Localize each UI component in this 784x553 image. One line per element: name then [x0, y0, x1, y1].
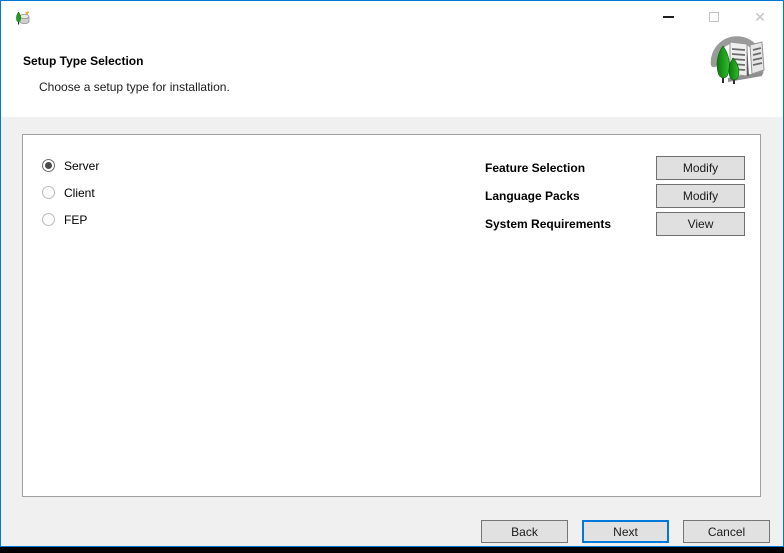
close-icon: ✕	[754, 10, 766, 24]
radio-label: FEP	[64, 213, 87, 227]
maximize-icon	[709, 12, 719, 22]
option-row-feature-selection: Feature Selection Modify	[485, 156, 745, 180]
radio-icon	[42, 186, 55, 199]
footer-button-bar: Back Next Cancel	[481, 520, 770, 543]
dialog-body: Server Client FEP Feature Selection Modi…	[1, 117, 783, 546]
radio-label: Client	[64, 186, 95, 200]
titlebar: ✕	[1, 1, 783, 33]
options-group: Feature Selection Modify Language Packs …	[485, 156, 745, 240]
minimize-icon	[663, 16, 674, 18]
installer-app-icon	[14, 9, 31, 26]
radio-icon	[42, 159, 55, 172]
radio-option-server[interactable]: Server	[42, 152, 99, 179]
cancel-button[interactable]: Cancel	[683, 520, 770, 543]
feature-selection-modify-button[interactable]: Modify	[656, 156, 745, 180]
setup-type-group: Server Client FEP	[42, 152, 99, 233]
next-button[interactable]: Next	[582, 520, 669, 543]
installer-window: ✕ Setup Type Selection Choose a setup ty…	[0, 0, 784, 547]
radio-option-fep[interactable]: FEP	[42, 206, 99, 233]
radio-label: Server	[64, 159, 99, 173]
product-logo-icon	[706, 28, 768, 92]
radio-option-client[interactable]: Client	[42, 179, 99, 206]
option-row-system-requirements: System Requirements View	[485, 212, 745, 236]
minimize-button[interactable]	[645, 1, 691, 33]
option-label: Feature Selection	[485, 161, 585, 175]
option-label: Language Packs	[485, 189, 580, 203]
dialog-header: Setup Type Selection Choose a setup type…	[1, 33, 783, 117]
system-requirements-view-button[interactable]: View	[656, 212, 745, 236]
option-label: System Requirements	[485, 217, 611, 231]
language-packs-modify-button[interactable]: Modify	[656, 184, 745, 208]
page-subtitle: Choose a setup type for installation.	[39, 80, 230, 94]
radio-icon	[42, 213, 55, 226]
back-button[interactable]: Back	[481, 520, 568, 543]
option-row-language-packs: Language Packs Modify	[485, 184, 745, 208]
page-title: Setup Type Selection	[23, 54, 143, 68]
content-panel: Server Client FEP Feature Selection Modi…	[22, 134, 761, 497]
